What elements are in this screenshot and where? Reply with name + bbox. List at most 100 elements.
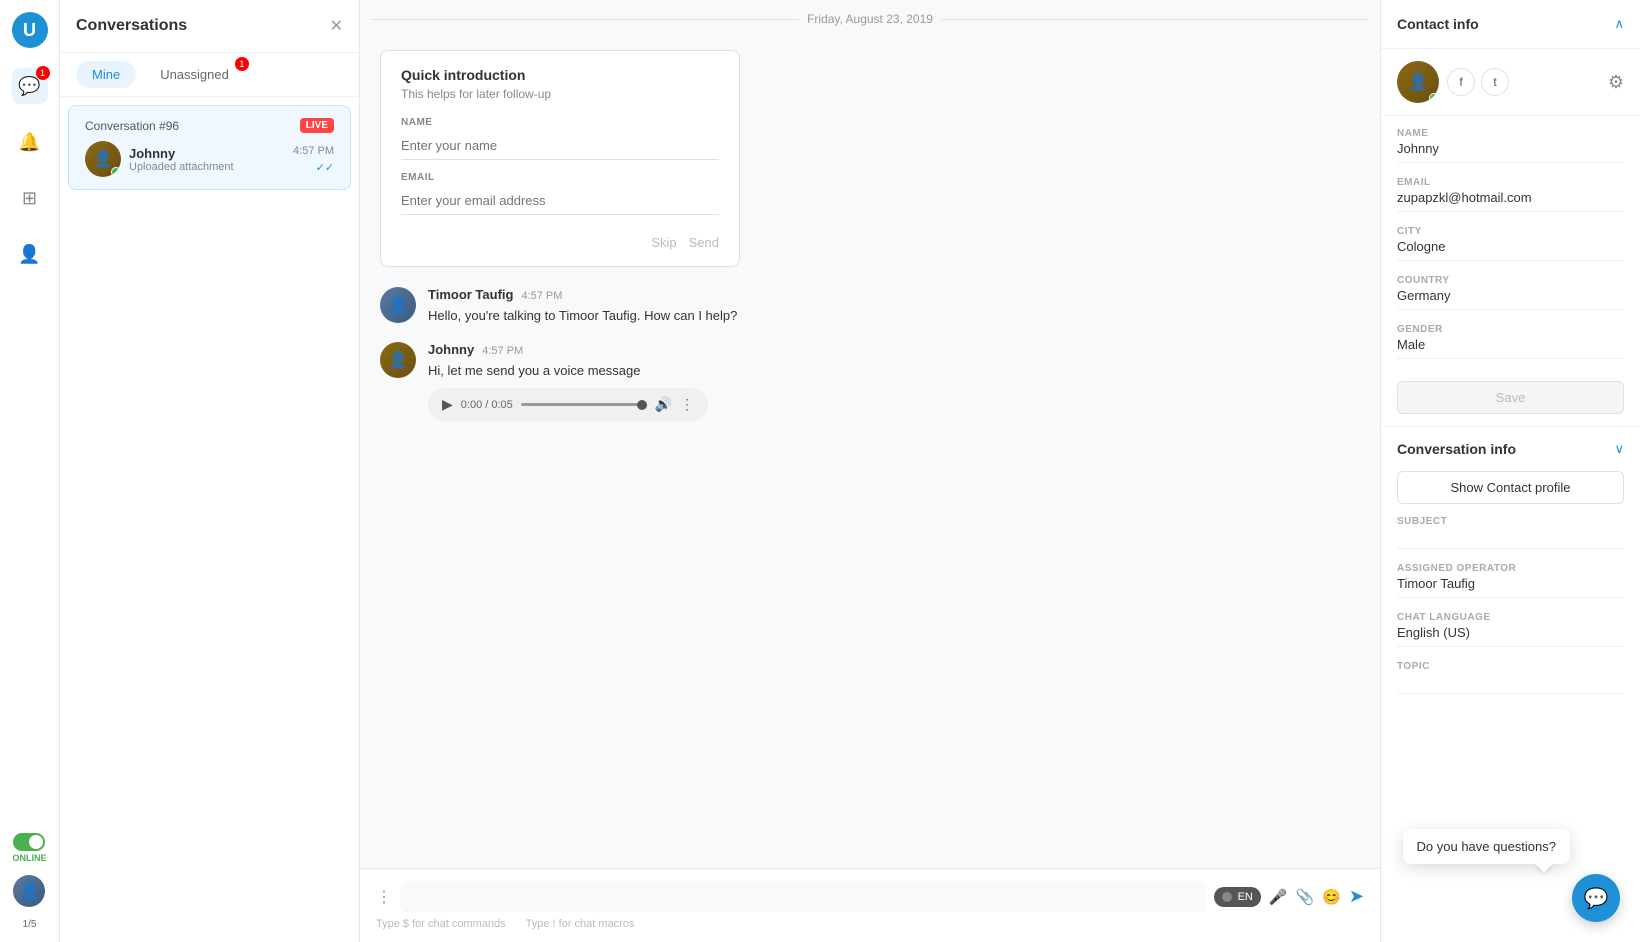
nav-icon-chat[interactable]: 💬 1 <box>12 68 48 104</box>
gender-field-label: GENDER <box>1397 324 1624 335</box>
conv-info-title: Conversation info <box>1397 441 1516 457</box>
panel-title: Conversations <box>76 17 187 35</box>
agent-avatar-image: 👤 <box>380 287 416 323</box>
field-topic: TOPIC <box>1397 661 1624 694</box>
assigned-operator-value: Timoor Taufig <box>1397 576 1624 598</box>
panel-header: Conversations ✕ <box>60 0 359 53</box>
name-input[interactable] <box>401 132 719 160</box>
facebook-button[interactable]: f <box>1447 68 1475 96</box>
contact-info-title: Contact info <box>1397 16 1479 32</box>
email-label: EMAIL <box>401 172 719 183</box>
name-field-value: Johnny <box>1397 141 1624 163</box>
attachment-icon[interactable]: 📎 <box>1296 888 1315 906</box>
toggle-switch[interactable] <box>13 833 45 851</box>
email-input[interactable] <box>401 187 719 215</box>
profile-online-indicator <box>1429 93 1439 103</box>
input-menu-button[interactable]: ⋮ <box>376 887 392 907</box>
emoji-icon[interactable]: 😊 <box>1322 888 1341 906</box>
save-button[interactable]: Save <box>1397 381 1624 414</box>
card-actions: Skip Send <box>401 235 719 250</box>
send-button[interactable]: Send <box>689 235 719 250</box>
audio-time: 0:00 / 0:05 <box>461 399 513 411</box>
email-field-value: zupapzkl@hotmail.com <box>1397 190 1624 212</box>
user-avatar[interactable]: 👤 <box>13 875 45 907</box>
twitter-button[interactable]: t <box>1481 68 1509 96</box>
contact-info-chevron[interactable]: ∧ <box>1614 16 1624 32</box>
input-hints: Type $ for chat commands Type ! for chat… <box>376 912 1364 930</box>
tab-unassigned[interactable]: Unassigned 1 <box>144 61 245 88</box>
agent-name: Timoor Taufig <box>428 287 513 302</box>
chat-widget-tooltip: Do you have questions? <box>1403 829 1570 864</box>
unassigned-badge: 1 <box>235 57 249 71</box>
country-field-label: COUNTRY <box>1397 275 1624 286</box>
nav-sidebar: U 💬 1 🔔 ⊞ 👤 ONLINE 👤 1/5 <box>0 0 60 942</box>
online-toggle[interactable]: ONLINE <box>12 833 46 863</box>
show-profile-button[interactable]: Show Contact profile <box>1397 471 1624 504</box>
field-email: EMAIL zupapzkl@hotmail.com <box>1397 177 1624 212</box>
conv-online-indicator <box>111 167 121 177</box>
subject-value <box>1397 529 1624 549</box>
contact-profile-row: 👤 f t ⚙ <box>1381 49 1640 116</box>
conv-id: Conversation #96 <box>85 119 179 133</box>
chat-widget-button[interactable]: 💬 <box>1572 874 1620 922</box>
tab-mine[interactable]: Mine <box>76 61 136 88</box>
city-field-label: CITY <box>1397 226 1624 237</box>
message-group-agent: 👤 Timoor Taufig 4:57 PM Hello, you're ta… <box>380 287 1360 326</box>
hint-commands: Type $ for chat commands <box>376 918 506 930</box>
conv-check: ✓✓ <box>316 161 334 174</box>
app-logo: U <box>12 12 48 48</box>
nav-icon-layers[interactable]: ⊞ <box>12 180 48 216</box>
conversation-item[interactable]: Conversation #96 LIVE 👤 Johnny Uploaded … <box>68 105 351 190</box>
country-field-value: Germany <box>1397 288 1624 310</box>
input-icons: 🎤 📎 😊 <box>1269 888 1341 906</box>
visitor-avatar-image: 👤 <box>380 342 416 378</box>
skip-button[interactable]: Skip <box>651 235 676 250</box>
play-button[interactable]: ▶ <box>442 396 453 413</box>
language-toggle[interactable]: EN <box>1214 887 1261 907</box>
visitor-msg-text: Hi, let me send you a voice message <box>428 361 1360 381</box>
volume-icon[interactable]: 🔊 <box>655 396 672 413</box>
conv-info-chevron[interactable]: ∨ <box>1614 441 1624 457</box>
visitor-msg-time: 4:57 PM <box>482 345 523 357</box>
field-assigned-operator: ASSIGNED OPERATOR Timoor Taufig <box>1397 563 1624 598</box>
settings-button[interactable]: ⚙ <box>1608 72 1624 93</box>
send-button[interactable]: ➤ <box>1349 886 1364 907</box>
hint-macros: Type ! for chat macros <box>526 918 635 930</box>
user-avatar-image: 👤 <box>13 875 45 907</box>
card-subtitle: This helps for later follow-up <box>401 87 719 101</box>
online-label: ONLINE <box>12 853 46 863</box>
input-row: ⋮ EN 🎤 📎 😊 ➤ <box>376 881 1364 912</box>
email-field-label: EMAIL <box>1397 177 1624 188</box>
social-icons: f t <box>1447 68 1509 96</box>
conv-fields: SUBJECT ASSIGNED OPERATOR Timoor Taufig … <box>1381 516 1640 720</box>
contact-panel: Contact info ∧ 👤 f t ⚙ NAME Johnny EMAIL… <box>1380 0 1640 942</box>
close-button[interactable]: ✕ <box>330 16 343 36</box>
chat-input-area: ⋮ EN 🎤 📎 😊 ➤ Type $ for chat commands Ty… <box>360 868 1380 942</box>
audio-progress-bar[interactable] <box>521 403 647 406</box>
nav-icon-contacts[interactable]: 👤 <box>12 236 48 272</box>
agent-avatar: 👤 <box>380 287 416 323</box>
field-gender: GENDER Male <box>1397 324 1624 359</box>
microphone-icon[interactable]: 🎤 <box>1269 888 1288 906</box>
nav-badge: 1 <box>36 66 50 80</box>
conv-time: 4:57 PM <box>293 145 334 157</box>
page-counter: 1/5 <box>23 919 37 930</box>
conv-header: Conversation #96 LIVE <box>85 118 334 133</box>
gender-field-value: Male <box>1397 337 1624 359</box>
nav-icon-notifications[interactable]: 🔔 <box>12 124 48 160</box>
visitor-avatar: 👤 <box>380 342 416 378</box>
name-field-label: NAME <box>1397 128 1624 139</box>
chat-input[interactable] <box>400 881 1206 912</box>
profile-avatar: 👤 <box>1397 61 1439 103</box>
chat-messages: Quick introduction This helps for later … <box>360 38 1380 868</box>
name-label: NAME <box>401 117 719 128</box>
conv-avatar: 👤 <box>85 141 121 177</box>
conv-info-header[interactable]: Conversation info ∨ <box>1381 427 1640 471</box>
conversations-panel: Conversations ✕ Mine Unassigned 1 Conver… <box>60 0 360 942</box>
tabs-row: Mine Unassigned 1 <box>60 53 359 97</box>
agent-msg-time: 4:57 PM <box>521 290 562 302</box>
more-options-icon[interactable]: ⋮ <box>680 396 694 413</box>
audio-player[interactable]: ▶ 0:00 / 0:05 🔊 ⋮ <box>428 388 708 421</box>
field-city: CITY Cologne <box>1397 226 1624 261</box>
field-chat-language: CHAT LANGUAGE English (US) <box>1397 612 1624 647</box>
